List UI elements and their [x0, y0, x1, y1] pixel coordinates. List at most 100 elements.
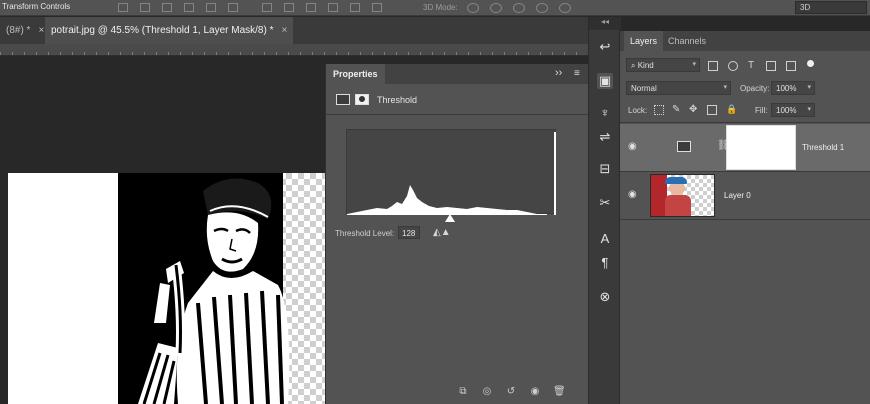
- layer-mask-icon[interactable]: [355, 94, 369, 105]
- panel-menu-icon[interactable]: ≡: [574, 68, 580, 79]
- document-canvas[interactable]: [8, 173, 325, 404]
- layer-row-layer0[interactable]: ◉ Layer 0: [620, 172, 870, 219]
- filter-kind-value: Kind: [637, 61, 654, 70]
- filter-shape-icon[interactable]: [766, 61, 776, 71]
- opacity-label: Opacity:: [740, 84, 770, 93]
- distribute-hcenter-icon[interactable]: [350, 3, 360, 12]
- fill-label: Fill:: [755, 106, 768, 115]
- creative-cloud-icon[interactable]: ⊗: [597, 289, 613, 305]
- histogram-warning-icon[interactable]: ◭▲: [433, 227, 451, 238]
- horizontal-ruler[interactable]: [0, 44, 588, 56]
- lock-all-icon[interactable]: 🔒: [726, 104, 737, 115]
- lock-artboard-icon[interactable]: [707, 105, 717, 115]
- libraries-icon[interactable]: ⊟: [597, 161, 613, 177]
- layers-tabs: Layers Channels: [620, 31, 870, 51]
- clip-to-layer-icon[interactable]: ⧉: [457, 386, 469, 397]
- document-tab-active[interactable]: potrait.jpg @ 45.5% (Threshold 1, Layer …: [45, 17, 294, 44]
- distribute-right-icon[interactable]: [372, 3, 382, 12]
- adjustments-icon[interactable]: ⇌: [597, 129, 613, 145]
- chevron-down-icon: ▾: [692, 61, 696, 68]
- lock-position-icon[interactable]: ✥: [689, 104, 697, 115]
- document-tab-previous[interactable]: (8#) * ×: [0, 17, 50, 44]
- properties-footer: ⧉ ◎ ↺ ◉ 🗑: [326, 379, 589, 404]
- properties-header: Properties ›› ≡: [326, 64, 589, 84]
- tab-label: (8#) *: [6, 25, 31, 36]
- collapse-icon[interactable]: ››: [555, 67, 562, 79]
- delete-icon[interactable]: 🗑: [553, 386, 566, 397]
- align-hcenter-icon[interactable]: [206, 3, 216, 12]
- filter-kind-select[interactable]: ⌕ Kind ▾: [626, 58, 700, 72]
- options-bar: Transform Controls 3D Mode: 3D: [0, 0, 870, 16]
- tab-channels[interactable]: Channels: [662, 31, 712, 51]
- divider: [620, 122, 870, 123]
- divider: [620, 219, 870, 220]
- properties-tab[interactable]: Properties: [326, 64, 385, 84]
- divider: [326, 114, 589, 115]
- view-previous-icon[interactable]: ◎: [481, 386, 493, 397]
- align-bottom-icon[interactable]: [162, 3, 172, 12]
- properties-panel: Properties ›› ≡ Threshold Threshold Leve…: [325, 64, 589, 404]
- threshold-level-input[interactable]: 128: [398, 226, 420, 239]
- layer-name[interactable]: Threshold 1: [802, 143, 844, 152]
- opacity-value: 100%: [776, 84, 797, 93]
- blend-mode-select[interactable]: Normal ▾: [626, 81, 731, 95]
- align-left-icon[interactable]: [184, 3, 194, 12]
- filter-pixel-icon[interactable]: [708, 61, 718, 71]
- fill-input[interactable]: 100% ▾: [771, 103, 815, 117]
- filter-type-icon[interactable]: T: [748, 60, 754, 71]
- layer-thumbnail: [650, 174, 715, 217]
- threshold-histogram: [346, 129, 556, 215]
- close-tab-icon[interactable]: ×: [281, 25, 287, 36]
- threshold-adjustment-icon[interactable]: [336, 94, 350, 105]
- distribute-bottom-icon[interactable]: [306, 3, 316, 12]
- brush-icon[interactable]: ♆: [597, 105, 613, 121]
- 3d-scale-icon[interactable]: [559, 3, 571, 13]
- strip-collapse-icon[interactable]: ◂◂: [589, 17, 621, 30]
- blend-mode-value: Normal: [631, 84, 657, 93]
- 3d-roll-icon[interactable]: [490, 3, 502, 13]
- tab-layers[interactable]: Layers: [624, 31, 664, 51]
- history-icon[interactable]: ↩: [597, 39, 613, 55]
- threshold-portrait-image: [138, 178, 290, 404]
- threshold-level-label: Threshold Level:: [335, 229, 395, 238]
- chevron-down-icon: ▾: [807, 84, 811, 91]
- tools-icon[interactable]: ✂: [597, 195, 613, 211]
- distribute-left-icon[interactable]: [328, 3, 338, 12]
- filter-smart-object-icon[interactable]: [786, 61, 796, 71]
- paragraph-icon[interactable]: ¶: [597, 255, 613, 271]
- filter-adjustment-icon[interactable]: [728, 61, 738, 71]
- properties-panel-icon[interactable]: ▣: [597, 73, 613, 89]
- visibility-eye-icon[interactable]: ◉: [628, 189, 637, 200]
- lock-transparent-icon[interactable]: [654, 105, 664, 115]
- distribute-vcenter-icon[interactable]: [284, 3, 294, 12]
- threshold-slider-handle[interactable]: [445, 214, 455, 222]
- distribute-top-icon[interactable]: [262, 3, 272, 12]
- 3d-pan-icon[interactable]: [513, 3, 525, 13]
- opacity-input[interactable]: 100% ▾: [771, 81, 815, 95]
- panel-icon-strip: ◂◂ ↩ ▣ ♆ ⇌ ⊟ ✂ A ¶ ⊗: [588, 17, 621, 404]
- reset-icon[interactable]: ↺: [505, 386, 517, 397]
- layer-row-threshold[interactable]: ◉ ⛓ Threshold 1: [620, 124, 870, 171]
- layer-name[interactable]: Layer 0: [724, 191, 751, 200]
- 3d-orbit-icon[interactable]: [467, 3, 479, 13]
- workspace-select[interactable]: 3D: [795, 1, 867, 14]
- close-tab-icon[interactable]: ×: [38, 25, 44, 36]
- 3d-slide-icon[interactable]: [536, 3, 548, 13]
- 3d-mode-label: 3D Mode:: [423, 3, 458, 12]
- adjustment-thumbnail-icon: [677, 141, 691, 152]
- filter-toggle-icon[interactable]: [807, 60, 814, 67]
- visibility-icon[interactable]: ◉: [529, 386, 541, 397]
- align-right-icon[interactable]: [228, 3, 238, 12]
- visibility-eye-icon[interactable]: ◉: [628, 141, 637, 152]
- histogram-graph: [347, 132, 556, 215]
- fill-value: 100%: [776, 106, 797, 115]
- layer-mask-thumbnail[interactable]: [726, 125, 796, 170]
- chevron-down-icon: ▾: [723, 84, 727, 91]
- align-vcenter-icon[interactable]: [140, 3, 150, 12]
- transform-controls-label[interactable]: Transform Controls: [2, 2, 70, 11]
- align-top-icon[interactable]: [118, 3, 128, 12]
- document-tab-bar: (8#) * × potrait.jpg @ 45.5% (Threshold 1…: [0, 17, 588, 44]
- lock-image-icon[interactable]: ✎: [672, 104, 680, 115]
- adjustment-title: Threshold: [377, 95, 418, 105]
- character-icon[interactable]: A: [597, 231, 613, 247]
